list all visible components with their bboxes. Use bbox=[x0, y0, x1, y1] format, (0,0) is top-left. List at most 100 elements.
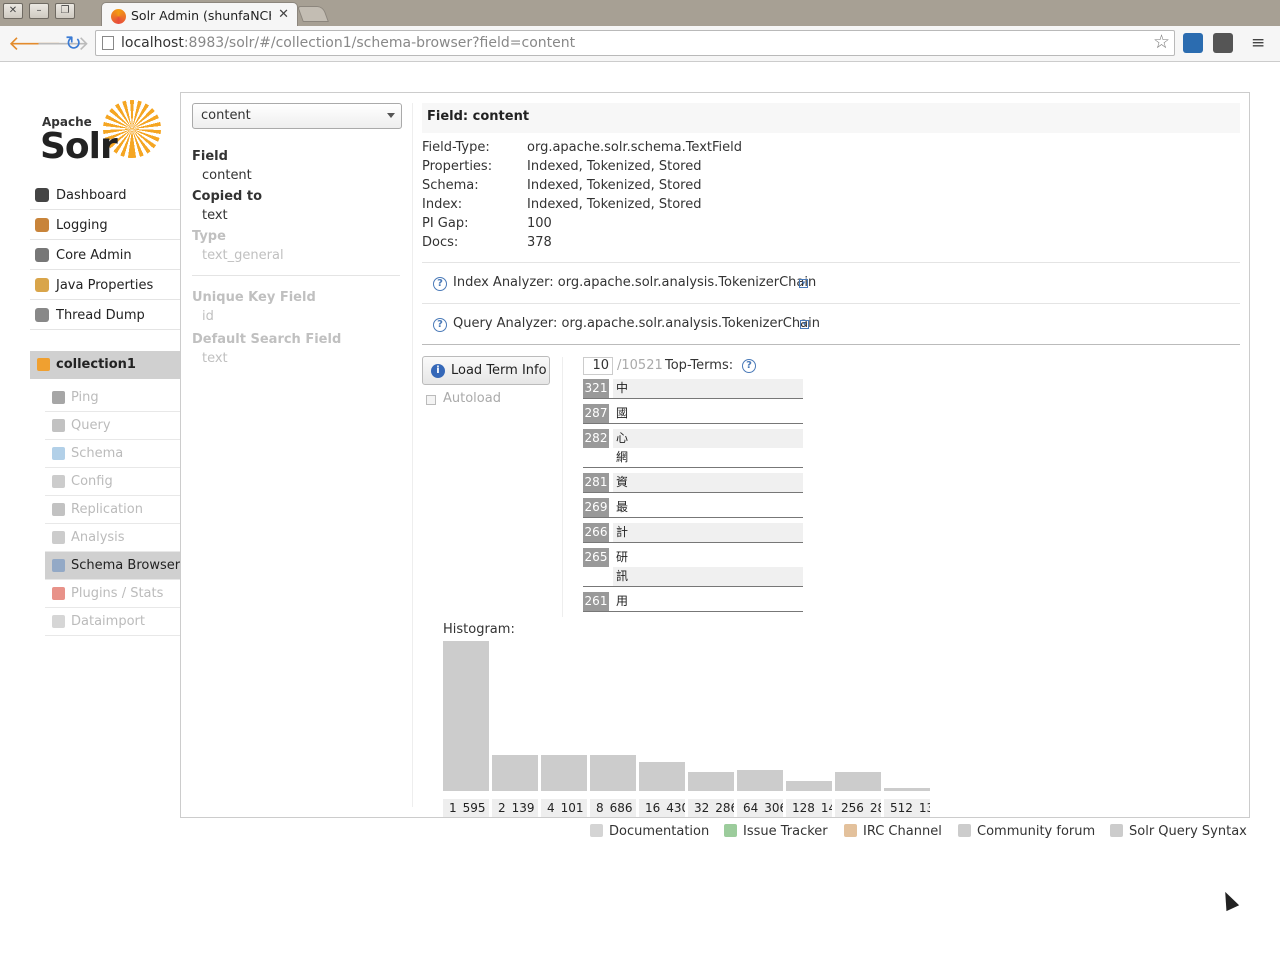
chrome-menu-icon[interactable]: ≡ bbox=[1251, 33, 1265, 53]
nav-item-logging[interactable]: Logging bbox=[30, 210, 180, 240]
default-search-heading: Default Search Field bbox=[192, 332, 342, 347]
histogram-bucket: 512 bbox=[890, 801, 913, 815]
core-nav-analysis[interactable]: Analysis bbox=[45, 524, 180, 552]
histogram-count: 13 bbox=[918, 801, 930, 815]
nav-item-java-properties[interactable]: Java Properties bbox=[30, 270, 180, 300]
footer-links: Documentation Issue Tracker IRC Channel Com… bbox=[590, 822, 1250, 842]
field-select-dropdown[interactable]: content bbox=[192, 103, 402, 129]
histogram-bar[interactable] bbox=[737, 770, 783, 791]
histogram-bar[interactable] bbox=[835, 772, 881, 791]
window-maximize-icon[interactable]: ❐ bbox=[55, 3, 75, 19]
query-analyzer-label[interactable]: Query Analyzer: org.apache.solr.analysis… bbox=[453, 316, 820, 331]
ping-icon bbox=[52, 391, 65, 404]
histogram-bar[interactable] bbox=[492, 755, 538, 791]
term-item[interactable]: 中 bbox=[613, 379, 803, 398]
term-item[interactable]: 資 bbox=[613, 473, 803, 492]
solr-logo[interactable]: Apache Solr bbox=[40, 100, 165, 167]
property-row: Index: Indexed, Tokenized, Stored bbox=[422, 196, 1240, 215]
browser-tab-active[interactable]: Solr Admin (shunfaNCH ✕ bbox=[101, 2, 298, 28]
load-term-info-button[interactable]: i Load Term Info bbox=[422, 356, 550, 385]
core-nav-plugins-stats[interactable]: Plugins / Stats bbox=[45, 580, 180, 608]
core-nav-label: Schema bbox=[71, 446, 124, 461]
footer-link-community-forum[interactable]: Community forum bbox=[958, 824, 1095, 839]
footer-link-documentation[interactable]: Documentation bbox=[590, 824, 709, 839]
footer-link-issue-tracker[interactable]: Issue Tracker bbox=[724, 824, 828, 839]
core-nav-label: Analysis bbox=[71, 530, 125, 545]
new-tab-button[interactable] bbox=[297, 6, 329, 22]
config-icon bbox=[52, 475, 65, 488]
term-item[interactable]: 最 bbox=[613, 498, 803, 517]
histogram-chart: 1595213941018686164303228664306128149256… bbox=[443, 638, 933, 818]
histogram-bar[interactable] bbox=[639, 762, 685, 791]
term-group: 269 最 bbox=[583, 498, 803, 518]
histogram-bar[interactable] bbox=[688, 772, 734, 791]
checkbox-icon[interactable] bbox=[426, 395, 436, 405]
bookmark-star-icon[interactable]: ☆ bbox=[1153, 31, 1170, 53]
query-analyzer[interactable]: ? Query Analyzer: org.apache.solr.analys… bbox=[422, 304, 1240, 344]
documentation-icon bbox=[590, 824, 603, 837]
field-value[interactable]: content bbox=[202, 168, 400, 183]
top-terms-label: Top-Terms: bbox=[665, 358, 734, 373]
core-nav-query[interactable]: Query bbox=[45, 412, 180, 440]
core-nav-label: Replication bbox=[71, 502, 143, 517]
index-analyzer[interactable]: ? Index Analyzer: org.apache.solr.analys… bbox=[422, 263, 1240, 303]
term-item[interactable]: 計 bbox=[613, 523, 803, 542]
property-value: Indexed, Tokenized, Stored bbox=[527, 197, 702, 212]
reload-icon[interactable]: ↻ bbox=[65, 32, 82, 54]
core-nav-ping[interactable]: Ping bbox=[45, 384, 180, 412]
evernote-extension-icon[interactable] bbox=[1213, 33, 1233, 53]
field-heading: Field bbox=[192, 149, 228, 164]
help-icon[interactable]: ? bbox=[433, 277, 447, 291]
index-analyzer-label[interactable]: Index Analyzer: org.apache.solr.analysis… bbox=[453, 275, 816, 290]
default-search-value[interactable]: text bbox=[202, 351, 400, 366]
expand-toggle-icon[interactable]: ▾ bbox=[799, 279, 808, 288]
core-nav-schema-browser[interactable]: Schema Browser bbox=[45, 552, 180, 580]
core-nav-label: Dataimport bbox=[71, 614, 145, 629]
top-terms-count-input[interactable]: 10 bbox=[583, 357, 613, 375]
term-item[interactable]: 心 bbox=[613, 429, 803, 448]
histogram-count: 101 bbox=[560, 801, 584, 815]
term-item[interactable]: 訊 bbox=[613, 567, 803, 586]
core-nav-label: Query bbox=[71, 418, 111, 433]
footer-link-irc-channel[interactable]: IRC Channel bbox=[844, 824, 942, 839]
core-nav: Ping Query Schema Config Replication Analysis… bbox=[45, 384, 180, 636]
term-item[interactable]: 國 bbox=[613, 404, 803, 423]
histogram-bucket: 32 bbox=[694, 801, 710, 815]
core-nav-replication[interactable]: Replication bbox=[45, 496, 180, 524]
address-bar[interactable]: localhost:8983/solr/#/collection1/schema… bbox=[95, 30, 1175, 56]
extension-icon[interactable] bbox=[1183, 33, 1203, 53]
histogram-bar[interactable] bbox=[443, 641, 489, 791]
type-value[interactable]: text_general bbox=[202, 248, 400, 263]
histogram-bar[interactable] bbox=[786, 781, 832, 791]
help-icon[interactable]: ? bbox=[742, 359, 756, 373]
term-item[interactable]: 用 bbox=[613, 592, 803, 611]
term-count: 282 bbox=[583, 429, 609, 448]
property-value: Indexed, Tokenized, Stored bbox=[527, 159, 702, 174]
window-close-icon[interactable]: ✕ bbox=[3, 3, 23, 19]
term-item[interactable]: 網 bbox=[613, 448, 803, 467]
window-minimize-icon[interactable]: – bbox=[29, 3, 49, 19]
term-item[interactable]: 研 bbox=[613, 548, 803, 567]
histogram-bucket: 4 bbox=[547, 801, 555, 815]
nav-item-dashboard[interactable]: Dashboard bbox=[30, 180, 180, 210]
help-icon[interactable]: ? bbox=[433, 318, 447, 332]
histogram-count: 139 bbox=[511, 801, 535, 815]
expand-toggle-icon[interactable]: ▾ bbox=[800, 320, 809, 329]
core-selector-collection1[interactable]: collection1 bbox=[30, 351, 180, 379]
core-nav-schema[interactable]: Schema bbox=[45, 440, 180, 468]
tab-close-icon[interactable]: ✕ bbox=[278, 7, 289, 22]
nav-item-core-admin[interactable]: Core Admin bbox=[30, 240, 180, 270]
histogram-bar[interactable] bbox=[590, 755, 636, 791]
copied-to-value[interactable]: text bbox=[202, 208, 400, 223]
core-nav-config[interactable]: Config bbox=[45, 468, 180, 496]
core-nav-dataimport[interactable]: Dataimport bbox=[45, 608, 180, 636]
nav-item-thread-dump[interactable]: Thread Dump bbox=[30, 300, 180, 330]
plugins-icon bbox=[52, 587, 65, 600]
copied-to-heading: Copied to bbox=[192, 189, 263, 204]
histogram-bar[interactable] bbox=[541, 755, 587, 791]
histogram-bar-label: 16 430 bbox=[639, 799, 685, 817]
footer-link-solr-query-syntax[interactable]: Solr Query Syntax bbox=[1110, 824, 1247, 839]
unique-key-value[interactable]: id bbox=[202, 309, 400, 324]
histogram-bar[interactable] bbox=[884, 788, 930, 791]
java-properties-icon bbox=[35, 278, 49, 292]
